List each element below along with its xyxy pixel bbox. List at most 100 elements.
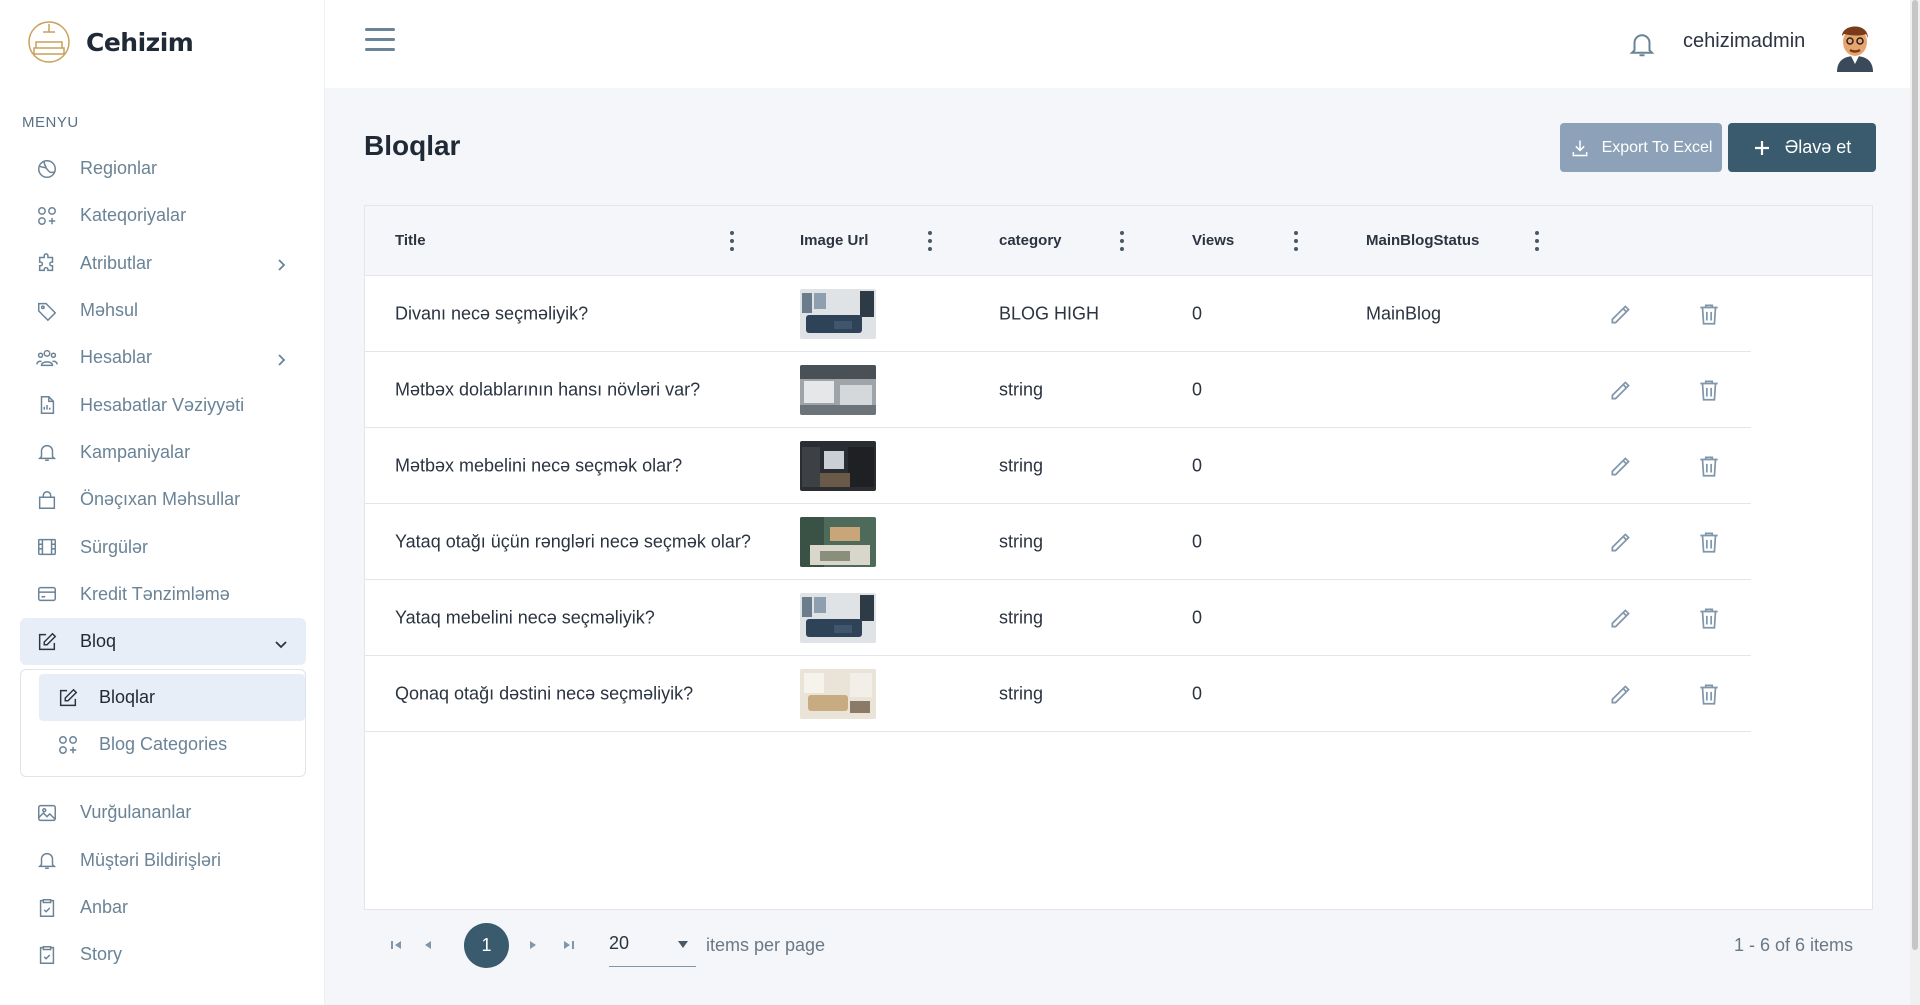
users-icon bbox=[36, 347, 58, 369]
avatar[interactable] bbox=[1831, 18, 1879, 72]
categories-icon bbox=[57, 734, 79, 756]
edit-icon[interactable] bbox=[1608, 453, 1634, 479]
sidebar: Cehizim MENYU Regionlar Kateqoriyalar At… bbox=[0, 0, 325, 1005]
pager: 1 20 items per page 1 - 6 of 6 items bbox=[364, 911, 1873, 979]
bell-icon bbox=[36, 441, 58, 463]
sidebar-item-kateqoriyalar[interactable]: Kateqoriyalar bbox=[20, 192, 306, 239]
sidebar-item-story[interactable]: Story bbox=[20, 931, 306, 978]
clipboard-check-icon bbox=[36, 944, 58, 966]
image-icon bbox=[36, 802, 58, 824]
sidebar-nav: Regionlar Kateqoriyalar Atributlar Məhsu… bbox=[20, 145, 306, 978]
sidebar-item-vurgulananlar[interactable]: Vurğulananlar bbox=[20, 789, 306, 836]
column-header-views[interactable]: Views bbox=[1192, 232, 1234, 249]
table-row: Mətbəx mebelini necə seçmək olar? string… bbox=[365, 428, 1751, 504]
column-header-title[interactable]: Title bbox=[395, 232, 426, 249]
sidebar-item-label: Bloqlar bbox=[99, 687, 156, 708]
categories-icon bbox=[36, 205, 58, 227]
export-excel-button[interactable]: Export To Excel bbox=[1560, 123, 1722, 172]
trash-icon[interactable] bbox=[1696, 681, 1722, 707]
export-button-label: Export To Excel bbox=[1601, 138, 1713, 156]
column-menu-icon[interactable] bbox=[1294, 231, 1300, 251]
hamburger-menu-icon[interactable] bbox=[365, 28, 395, 54]
page-size-value: 20 bbox=[609, 933, 630, 953]
cell-title: Divanı necə seçməliyik? bbox=[395, 303, 589, 323]
sofa-logo-icon bbox=[28, 21, 70, 63]
bloq-submenu: Bloqlar Blog Categories bbox=[20, 669, 306, 778]
table-row: Divanı necə seçməliyik? BLOG HIGH 0 Main… bbox=[365, 276, 1751, 352]
column-menu-icon[interactable] bbox=[730, 231, 736, 251]
edit-icon bbox=[36, 631, 58, 653]
column-menu-icon[interactable] bbox=[928, 231, 934, 251]
add-button[interactable]: Əlavə et bbox=[1728, 123, 1876, 172]
page-title: Bloqlar bbox=[364, 130, 461, 161]
scrollbar-thumb[interactable] bbox=[1912, 0, 1918, 950]
edit-icon[interactable] bbox=[1608, 301, 1634, 327]
trash-icon[interactable] bbox=[1696, 605, 1722, 631]
table-row: Mətbəx dolablarının hansı növləri var? s… bbox=[365, 352, 1751, 428]
sidebar-item-kampaniyalar[interactable]: Kampaniyalar bbox=[20, 429, 306, 476]
column-header-image-url[interactable]: Image Url bbox=[800, 232, 868, 249]
trash-icon[interactable] bbox=[1696, 529, 1722, 555]
edit-icon[interactable] bbox=[1608, 377, 1634, 403]
sidebar-item-blog-categories[interactable]: Blog Categories bbox=[39, 721, 305, 768]
cell-views: 0 bbox=[1192, 531, 1203, 551]
sidebar-item-onecixan[interactable]: Önəçıxan Məhsullar bbox=[20, 476, 306, 523]
trash-icon[interactable] bbox=[1696, 301, 1722, 327]
page-size-label: items per page bbox=[706, 935, 826, 955]
sidebar-item-bloq[interactable]: Bloq bbox=[20, 617, 306, 666]
caret-down-icon bbox=[678, 941, 688, 948]
sidebar-item-surguler[interactable]: Sürgülər bbox=[20, 523, 306, 570]
sidebar-item-mehsul[interactable]: Məhsul bbox=[20, 287, 306, 334]
edit-icon bbox=[57, 687, 79, 709]
chevron-down-icon bbox=[274, 635, 288, 649]
sidebar-item-label: Kampaniyalar bbox=[80, 441, 191, 462]
sidebar-item-label: Bloq bbox=[80, 631, 117, 652]
sidebar-item-kredit[interactable]: Kredit Tənzimləmə bbox=[20, 571, 306, 618]
sidebar-item-musteri-bildirisleri[interactable]: Müştəri Bildirişləri bbox=[20, 837, 306, 884]
edit-icon[interactable] bbox=[1608, 605, 1634, 631]
sidebar-item-label: Atributlar bbox=[80, 252, 153, 273]
edit-icon[interactable] bbox=[1608, 529, 1634, 555]
download-icon bbox=[1572, 140, 1587, 156]
sidebar-item-label: Regionlar bbox=[80, 158, 158, 179]
sidebar-item-atributlar[interactable]: Atributlar bbox=[20, 240, 306, 287]
sidebar-item-label: Önəçıxan Məhsullar bbox=[80, 489, 241, 510]
notification-bell-icon[interactable] bbox=[1627, 29, 1657, 59]
page-scrollbar[interactable] bbox=[1910, 0, 1920, 1005]
sidebar-item-hesablar[interactable]: Hesablar bbox=[20, 334, 306, 381]
current-page-button[interactable]: 1 bbox=[464, 923, 509, 968]
sidebar-item-regionlar[interactable]: Regionlar bbox=[20, 145, 306, 192]
trash-icon[interactable] bbox=[1696, 453, 1722, 479]
column-header-mainblogstatus[interactable]: MainBlogStatus bbox=[1366, 232, 1479, 249]
sidebar-item-hesabatlar[interactable]: Hesabatlar Vəziyyəti bbox=[20, 381, 306, 428]
first-page-icon[interactable] bbox=[388, 937, 404, 953]
page-size-select[interactable]: 20 bbox=[609, 923, 696, 967]
chevron-right-icon bbox=[274, 351, 288, 366]
last-page-icon[interactable] bbox=[561, 937, 577, 953]
trash-icon[interactable] bbox=[1696, 377, 1722, 403]
bag-icon bbox=[36, 489, 58, 511]
cell-category: string bbox=[999, 683, 1044, 703]
sidebar-item-label: Story bbox=[80, 944, 123, 965]
cell-views: 0 bbox=[1192, 379, 1203, 399]
menu-caption: MENYU bbox=[22, 114, 79, 131]
column-header-category[interactable]: category bbox=[999, 232, 1062, 249]
column-menu-icon[interactable] bbox=[1120, 231, 1126, 251]
edit-icon[interactable] bbox=[1608, 681, 1634, 707]
cell-title: Qonaq otağı dəstini necə seçməliyik? bbox=[395, 683, 694, 703]
prev-page-icon[interactable] bbox=[420, 937, 436, 953]
cell-category: BLOG HIGH bbox=[999, 303, 1100, 323]
bell-icon bbox=[36, 849, 58, 871]
username[interactable]: cehizimadmin bbox=[1683, 30, 1805, 53]
blog-thumbnail bbox=[800, 440, 876, 491]
sidebar-item-bloqlar[interactable]: Bloqlar bbox=[39, 674, 305, 722]
clipboard-check-icon bbox=[36, 897, 58, 919]
column-menu-icon[interactable] bbox=[1535, 231, 1541, 251]
sidebar-item-anbar[interactable]: Anbar bbox=[20, 884, 306, 931]
next-page-icon[interactable] bbox=[525, 937, 541, 953]
credit-card-icon bbox=[36, 583, 58, 605]
chevron-right-icon bbox=[274, 256, 288, 271]
brand-logo[interactable]: Cehizim bbox=[22, 20, 194, 64]
blogs-grid: Title Image Url category Views MainBlogS… bbox=[364, 205, 1873, 910]
cell-title: Yataq otağı üçün rəngləri necə seçmək ol… bbox=[395, 531, 751, 551]
